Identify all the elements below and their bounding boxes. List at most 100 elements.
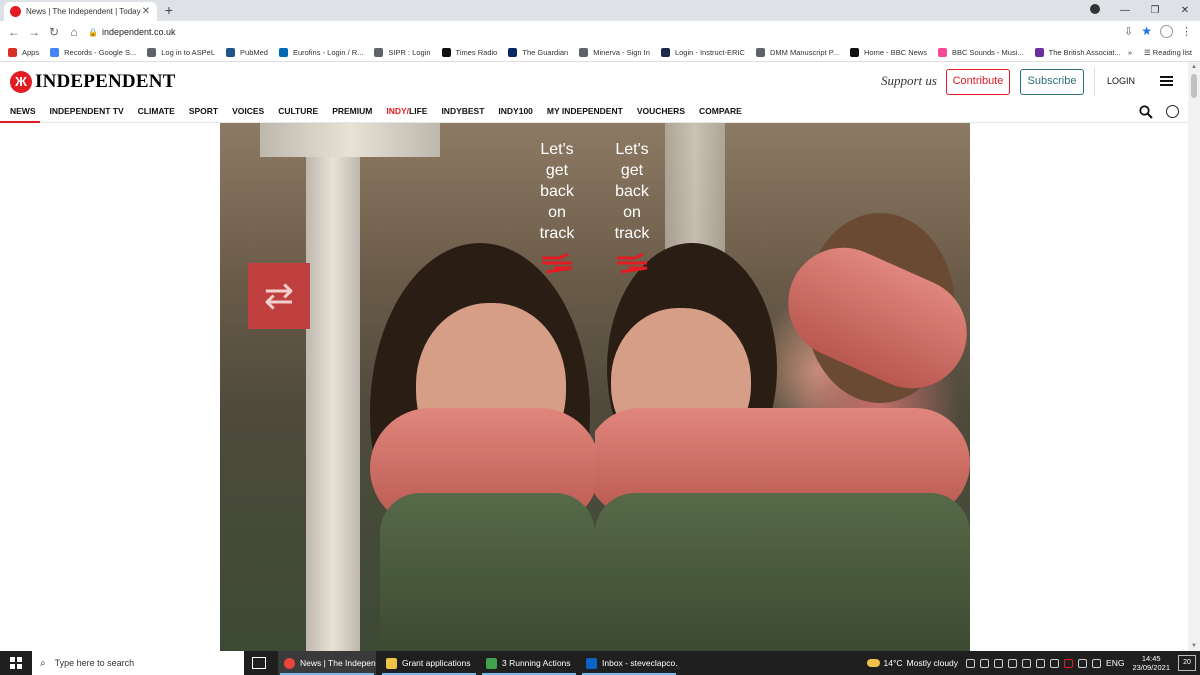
profile-menu-icon[interactable] <box>1080 4 1110 17</box>
tray-app-icon[interactable] <box>980 658 990 668</box>
minimize-button[interactable]: — <box>1110 5 1140 16</box>
headline-line-1: Let's <box>540 141 574 158</box>
install-app-icon[interactable]: ⇩ <box>1124 25 1133 38</box>
volume-icon[interactable] <box>1092 658 1102 668</box>
bookmark-item[interactable]: DMM Manuscript P... <box>755 47 839 57</box>
bookmark-item[interactable]: Home - BBC News <box>850 47 927 57</box>
reload-icon[interactable]: ↻ <box>44 25 64 39</box>
contribute-button[interactable]: Contribute <box>946 69 1010 95</box>
taskbar-app-actions[interactable]: 3 Running Actions <box>480 651 578 675</box>
restore-button[interactable]: ❐ <box>1140 5 1170 16</box>
weather-temp: 14°C <box>883 658 903 668</box>
globe-icon[interactable] <box>1166 105 1179 118</box>
section-nav: NEWS INDEPENDENT TV CLIMATE SPORT VOICES… <box>0 100 1188 123</box>
bookmark-item[interactable]: BBC Sounds - Musi... <box>937 47 1024 57</box>
search-icon[interactable] <box>1139 105 1153 119</box>
tray-app-icon[interactable] <box>994 658 1004 668</box>
tray-app-icon[interactable] <box>1008 658 1018 668</box>
windows-taskbar: ⌕ Type here to search News | The Indepen… <box>0 651 1200 675</box>
nav-item-compare[interactable]: COMPARE <box>699 106 742 116</box>
reading-list-button[interactable]: ☰ Reading list <box>1144 48 1192 57</box>
rail-advert[interactable]: Let's get back on track Let's get back o… <box>220 123 970 651</box>
notification-center-icon[interactable]: 20 <box>1178 655 1196 671</box>
bookmark-item[interactable]: Eurofins - Login / R... <box>278 47 364 57</box>
taskbar-search-input[interactable]: ⌕ Type here to search <box>32 651 244 675</box>
back-icon[interactable]: ← <box>4 25 24 39</box>
network-icon[interactable] <box>1078 658 1088 668</box>
home-icon[interactable]: ⌂ <box>64 25 84 39</box>
taskbar-clock[interactable]: 14:45 23/09/2021 <box>1132 654 1170 672</box>
nav-item-news[interactable]: NEWS <box>0 106 39 123</box>
green-jacket-shape <box>380 493 595 651</box>
nav-item-my-independent[interactable]: MY INDEPENDENT <box>547 106 623 116</box>
bookmark-star-icon[interactable]: ★ <box>1141 24 1152 38</box>
nav-item-voices[interactable]: VOICES <box>232 106 264 116</box>
page-scrollbar[interactable]: ▲ ▼ <box>1188 62 1200 651</box>
forward-icon[interactable]: → <box>24 25 44 39</box>
weather-widget[interactable]: 14°C Mostly cloudy <box>866 658 959 668</box>
close-window-button[interactable]: ✕ <box>1170 5 1200 16</box>
address-bar[interactable]: 🔒 independent.co.uk <box>88 23 1108 41</box>
taskbar-app-label: 3 Running Actions <box>502 658 571 668</box>
browser-tab[interactable]: News | The Independent | Today's ✕ <box>4 2 157 21</box>
language-indicator[interactable]: ENG <box>1106 658 1124 668</box>
bookmark-item[interactable]: Minerva - Sign In <box>579 47 650 57</box>
advert-headline: Let's get back on track <box>597 139 667 244</box>
tray-app-icon[interactable] <box>1022 658 1032 668</box>
nav-item-climate[interactable]: CLIMATE <box>138 106 175 116</box>
task-view-icon[interactable] <box>252 657 266 669</box>
nav-item-indybest[interactable]: INDYBEST <box>441 106 484 116</box>
independent-logo[interactable]: Ж INDEPENDENT <box>10 71 176 93</box>
tray-app-icon[interactable] <box>1064 658 1074 668</box>
browser-toolbar: ← → ↻ ⌂ 🔒 independent.co.uk ⇩ ★ ⋮ <box>0 21 1200 43</box>
taskbar-app-chrome[interactable]: News | The Indepen... <box>278 651 376 675</box>
nav-indy-prefix: INDY/ <box>386 106 410 116</box>
bookmark-item[interactable]: Times Radio <box>441 47 497 57</box>
profile-avatar-icon[interactable] <box>1160 24 1173 38</box>
bookmark-item[interactable]: SIPR : Login <box>374 47 431 57</box>
bbc-icon <box>850 47 860 57</box>
taskbar-app-folder[interactable]: Grant applications <box>380 651 478 675</box>
nav-item-indy100[interactable]: INDY100 <box>498 106 533 116</box>
scroll-down-icon[interactable]: ▼ <box>1191 643 1197 649</box>
tray-app-icon[interactable] <box>1036 658 1046 668</box>
eagle-logo-icon: Ж <box>10 71 32 93</box>
bookmark-item[interactable]: PubMed <box>226 47 268 57</box>
nav-item-indy-life[interactable]: INDY/LIFE <box>386 106 427 116</box>
tray-app-icon[interactable] <box>966 658 976 668</box>
taskbar-app-outlook[interactable]: Inbox - steveclapco... <box>580 651 678 675</box>
tray-app-icon[interactable] <box>1050 658 1060 668</box>
bookmark-item[interactable]: The British Associat... <box>1034 47 1121 57</box>
weather-desc: Mostly cloudy <box>906 658 959 668</box>
lock-icon[interactable]: 🔒 <box>88 28 102 37</box>
chrome-menu-icon[interactable]: ⋮ <box>1181 25 1192 38</box>
reading-list-icon: ☰ <box>1143 48 1153 57</box>
nav-item-sport[interactable]: SPORT <box>189 106 218 116</box>
scrollbar-thumb[interactable] <box>1191 74 1197 98</box>
globe-icon <box>579 47 589 57</box>
more-bookmarks-button[interactable]: » <box>1128 48 1132 57</box>
association-icon <box>1034 47 1044 57</box>
bookmark-item[interactable]: Login - Instruct-ERIC <box>660 47 745 57</box>
nav-life-suffix: LIFE <box>409 106 428 116</box>
independent-favicon-icon <box>10 6 21 17</box>
bookmark-item[interactable]: Apps <box>8 47 40 57</box>
nav-item-vouchers[interactable]: VOUCHERS <box>637 106 685 116</box>
close-tab-icon[interactable]: ✕ <box>141 6 151 17</box>
nav-item-independent-tv[interactable]: INDEPENDENT TV <box>50 106 124 116</box>
nav-item-culture[interactable]: CULTURE <box>278 106 318 116</box>
scroll-up-icon[interactable]: ▲ <box>1191 64 1197 70</box>
windows-start-icon[interactable] <box>10 657 22 669</box>
bookmark-item[interactable]: The Guardian <box>508 47 568 57</box>
nav-item-premium[interactable]: PREMIUM <box>332 106 372 116</box>
subscribe-button[interactable]: Subscribe <box>1020 69 1084 95</box>
bookmark-item[interactable]: Records - Google S... <box>50 47 136 57</box>
bookmark-label: Eurofins - Login / R... <box>292 47 364 57</box>
bookmark-item[interactable]: Log in to ASPeL <box>147 47 215 57</box>
bookmark-label: Home - BBC News <box>864 47 927 57</box>
headline-line-1: Let's <box>615 141 649 158</box>
hamburger-menu-icon[interactable] <box>1160 76 1173 88</box>
bookmark-label: Apps <box>22 47 40 57</box>
login-link[interactable]: LOGIN <box>1107 76 1135 86</box>
new-tab-button[interactable]: + <box>162 3 176 17</box>
